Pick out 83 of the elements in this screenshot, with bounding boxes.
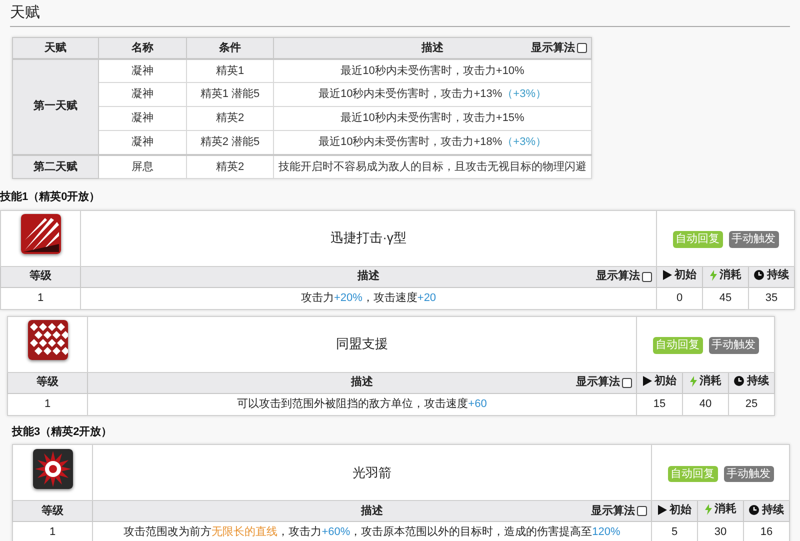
checkbox[interactable]: [577, 42, 587, 53]
play-icon: [658, 504, 666, 515]
checkbox[interactable]: [642, 272, 652, 282]
column-header: 持续: [762, 502, 784, 518]
checkbox[interactable]: [637, 506, 647, 516]
column-header: 天赋: [44, 42, 66, 54]
talent-group: 第一天赋: [34, 100, 78, 112]
skill-heading: 技能1（精英0开放）: [0, 190, 102, 205]
column-header: 描述: [358, 268, 380, 284]
talent-description: 最近10秒内未受伤害时，攻击力+13%（+3%）: [318, 88, 546, 100]
talent-name: 凝神: [132, 64, 154, 76]
skill-description: 攻击范围改为前方无限长的直线，攻击力+60%，攻击原本范围以外的目标时，造成的伤害提高至120%: [124, 526, 620, 538]
column-header: 持续: [767, 268, 789, 284]
initial-cell: 0: [676, 292, 683, 304]
column-header: 等级: [36, 376, 58, 388]
column-header: 初始: [674, 268, 696, 284]
cost-cell: 40: [699, 398, 712, 410]
toggle-label: 显示算法: [596, 268, 640, 284]
lightning-icon: [690, 376, 696, 387]
clock-icon: [734, 376, 744, 386]
column-header: 消耗: [700, 374, 722, 389]
column-header: 描述: [361, 504, 383, 519]
cost-cell: 45: [719, 292, 732, 304]
cost-cell: 30: [714, 526, 727, 538]
toggle-label: 显示算法: [531, 40, 575, 56]
column-header: 初始: [654, 374, 676, 390]
column-header: 描述: [351, 374, 373, 390]
skill-tag: 自动回复: [668, 466, 718, 482]
column-header: 等级: [42, 504, 64, 517]
lightning-icon: [704, 504, 712, 516]
talent-description: 技能开启时不容易成为敌人的目标，且攻击无视目标的物理闪避: [278, 160, 586, 172]
duration-cell: 25: [745, 398, 758, 410]
skill-tag: 手动触发: [708, 337, 758, 354]
skill-description: 攻击力+20%，攻击速度+20: [300, 292, 436, 304]
skill-name: 同盟支援: [336, 336, 388, 352]
skill-tag: 自动回复: [672, 231, 722, 248]
column-header: 消耗: [714, 502, 736, 518]
skill-name: 迅捷打击·γ型: [330, 230, 406, 246]
initial-cell: 15: [653, 398, 666, 410]
play-icon: [642, 376, 652, 386]
skill-tag: 手动触发: [724, 466, 774, 482]
column-header: 名称: [132, 42, 154, 54]
talent-group: 第二天赋: [34, 160, 78, 172]
talent-description: 最近10秒内未受伤害时，攻击力+15%: [340, 112, 524, 124]
talent-condition: 精英1 潜能5: [200, 88, 260, 100]
skill-tag: 自动回复: [652, 337, 702, 354]
talent-condition: 精英2: [216, 160, 244, 172]
column-header: 消耗: [720, 268, 742, 283]
talent-condition: 精英2 潜能5: [200, 136, 260, 148]
initial-cell: 5: [671, 526, 678, 538]
skill-name: 光羽箭: [352, 464, 392, 480]
duration-cell: 35: [765, 292, 778, 304]
talent-name: 凝神: [132, 88, 154, 100]
level-cell: 1: [37, 292, 44, 304]
talent-condition: 精英2: [216, 112, 244, 124]
skill-icon: [20, 214, 60, 254]
level-cell: 1: [44, 398, 51, 410]
column-header: 初始: [670, 502, 692, 518]
toggle-label: 显示算法: [591, 504, 635, 519]
talent-name: 凝神: [132, 136, 154, 148]
talent-condition: 精英1: [216, 64, 244, 76]
duration-cell: 16: [760, 526, 773, 538]
column-header: 持续: [747, 374, 769, 390]
talent-description: 最近10秒内未受伤害时，攻击力+10%: [340, 64, 524, 76]
talent-name: 屏息: [132, 160, 154, 172]
column-header: 条件: [219, 42, 241, 54]
skill-tag: 手动触发: [728, 231, 778, 248]
skill-icon: [32, 448, 72, 488]
column-header: 等级: [30, 270, 52, 282]
column-header: 描述: [422, 40, 444, 56]
talent-name: 凝神: [132, 112, 154, 124]
lightning-icon: [710, 270, 716, 281]
skill-description: 可以攻击到范围外被阻挡的敌方单位，攻击速度+60: [237, 398, 487, 410]
skill-heading: 技能3（精英2开放）: [12, 424, 114, 440]
level-cell: 1: [49, 526, 56, 538]
clock-icon: [754, 270, 764, 280]
toggle-label: 显示算法: [576, 374, 620, 390]
talent-description: 最近10秒内未受伤害时，攻击力+18%（+3%）: [318, 136, 546, 148]
section-title: 天赋: [10, 5, 40, 21]
skill-icon: [28, 320, 68, 360]
clock-icon: [749, 504, 759, 515]
checkbox[interactable]: [622, 378, 632, 388]
play-icon: [662, 270, 672, 280]
